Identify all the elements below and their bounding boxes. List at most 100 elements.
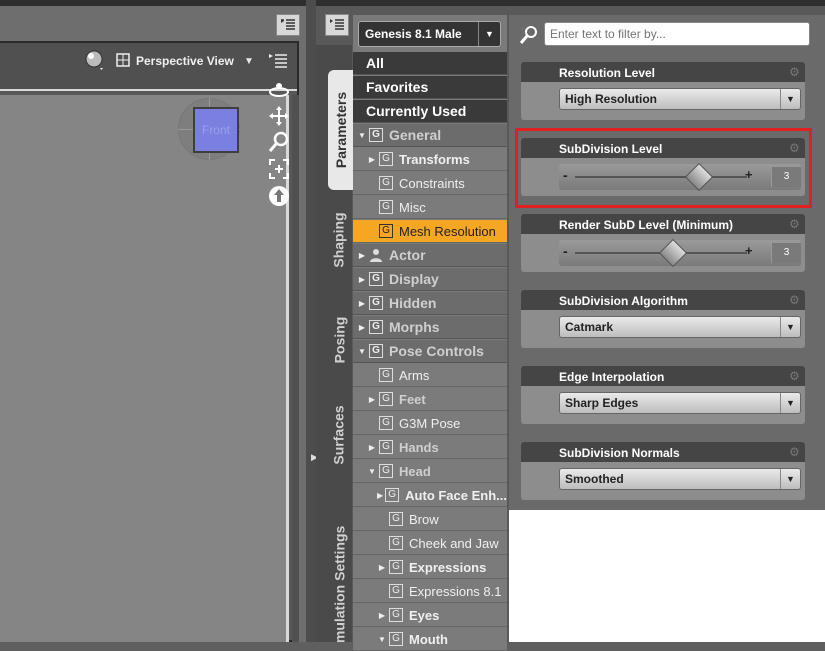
- zoom-icon[interactable]: [267, 130, 291, 154]
- chevron-down-icon[interactable]: ▼: [780, 89, 800, 109]
- chevron-down-icon[interactable]: ▼: [780, 469, 800, 489]
- expanded-arrow-icon[interactable]: ▼: [357, 131, 367, 140]
- tab-shaping[interactable]: Shaping: [327, 200, 351, 280]
- tree-item-hidden[interactable]: ▶ G Hidden: [353, 292, 507, 315]
- tree-item-mouth[interactable]: ▼ G Mouth: [353, 628, 507, 651]
- collapsed-arrow-icon[interactable]: ▶: [377, 491, 383, 500]
- tree-top-item-favorites[interactable]: Favorites: [353, 76, 507, 99]
- collapsed-arrow-icon[interactable]: ▶: [357, 251, 367, 260]
- property-dropdown[interactable]: Sharp Edges ▼: [559, 392, 801, 414]
- orbit-icon[interactable]: [267, 78, 291, 102]
- group-icon: G: [389, 560, 403, 574]
- property-dropdown[interactable]: Smoothed ▼: [559, 468, 801, 490]
- property-edge-interpolation: Edge Interpolation ⚙ Sharp Edges ▼: [521, 366, 805, 424]
- property-dropdown[interactable]: Catmark ▼: [559, 316, 801, 338]
- tree-item-label: Eyes: [409, 607, 440, 623]
- frame-icon[interactable]: [267, 157, 291, 181]
- collapsed-arrow-icon[interactable]: ▶: [357, 275, 367, 284]
- tree-item-label: Hands: [399, 439, 439, 455]
- tree-item-head[interactable]: ▼ G Head: [353, 460, 507, 483]
- tree-item-mesh-resolution[interactable]: G Mesh Resolution: [353, 220, 507, 243]
- tree-item-morphs[interactable]: ▶ G Morphs: [353, 316, 507, 339]
- gear-icon[interactable]: ⚙: [789, 218, 801, 230]
- tree-item-label: Auto Face Enh...: [405, 487, 507, 503]
- collapsed-arrow-icon[interactable]: ▶: [367, 443, 377, 452]
- collapsed-arrow-icon[interactable]: ▶: [377, 563, 387, 572]
- slider-knob[interactable]: [658, 238, 688, 268]
- dropdown-value: Smoothed: [565, 472, 624, 486]
- collapsed-arrow-icon[interactable]: ▶: [367, 395, 377, 404]
- chevron-down-icon[interactable]: ▼: [780, 317, 800, 337]
- parameters-pane-menu-button[interactable]: [325, 14, 349, 36]
- expanded-arrow-icon[interactable]: ▼: [357, 347, 367, 356]
- tab-posing[interactable]: Posing: [327, 300, 351, 380]
- property-slider[interactable]: - +3: [559, 238, 801, 268]
- tree-item-auto-face-enh[interactable]: ▶ G Auto Face Enh...: [353, 484, 507, 507]
- chevron-down-icon[interactable]: ▼: [478, 22, 500, 46]
- dropdown-value: Sharp Edges: [565, 396, 639, 410]
- decrement-icon[interactable]: -: [563, 243, 568, 259]
- expanded-arrow-icon[interactable]: ▼: [377, 635, 387, 644]
- tree-item-transforms[interactable]: ▶ G Transforms: [353, 148, 507, 171]
- tree-top-item-all[interactable]: All: [353, 52, 507, 75]
- tree-item-brow[interactable]: G Brow: [353, 508, 507, 531]
- tree-item-pose-controls[interactable]: ▼ G Pose Controls: [353, 340, 507, 363]
- tree-item-label: Arms: [399, 367, 430, 383]
- aim-up-icon[interactable]: [267, 184, 291, 208]
- gear-icon[interactable]: ⚙: [789, 370, 801, 382]
- tree-item-label: Mouth: [409, 631, 448, 647]
- filter-input[interactable]: [544, 22, 810, 46]
- draw-style-sphere-icon[interactable]: [84, 50, 106, 72]
- collapsed-arrow-icon[interactable]: ▶: [357, 299, 367, 308]
- menu-lines-icon: [281, 19, 295, 30]
- group-icon: G: [369, 344, 383, 358]
- property-dropdown[interactable]: High Resolution ▼: [559, 88, 801, 110]
- tree-item-expressions[interactable]: ▶ G Expressions: [353, 556, 507, 579]
- gear-icon[interactable]: ⚙: [789, 66, 801, 78]
- tab-simulation-settings[interactable]: Simulation Settings: [327, 500, 351, 642]
- property-title: Edge Interpolation: [559, 370, 665, 384]
- tree-item-eyes[interactable]: ▶ G Eyes: [353, 604, 507, 627]
- slider-value[interactable]: 3: [771, 243, 801, 263]
- highlight-box: [515, 128, 812, 208]
- viewport-options-menu-icon[interactable]: [269, 53, 289, 69]
- figure-selector[interactable]: Genesis 8.1 Male ▼: [358, 21, 501, 47]
- collapsed-arrow-icon[interactable]: ▶: [367, 155, 377, 164]
- tab-simulation-settings-label: Simulation Settings: [331, 525, 347, 642]
- tree-item-arms[interactable]: G Arms: [353, 364, 507, 387]
- chevron-down-icon[interactable]: ▼: [780, 393, 800, 413]
- tree-item-label: Brow: [409, 511, 439, 527]
- tab-surfaces[interactable]: Surfaces: [327, 390, 351, 480]
- gear-icon[interactable]: ⚙: [789, 446, 801, 458]
- 3d-viewport[interactable]: [0, 95, 289, 642]
- viewport-pane-menu-button[interactable]: [276, 14, 300, 36]
- collapsed-arrow-icon[interactable]: ▶: [357, 323, 367, 332]
- pane-splitter[interactable]: [306, 0, 316, 642]
- tree-item-feet[interactable]: ▶ G Feet: [353, 388, 507, 411]
- tree-item-expressions-8-1[interactable]: G Expressions 8.1: [353, 580, 507, 603]
- gear-icon[interactable]: ⚙: [789, 294, 801, 306]
- tab-parameters[interactable]: Parameters: [328, 70, 354, 190]
- tree-item-hands[interactable]: ▶ G Hands: [353, 436, 507, 459]
- group-icon: G: [369, 296, 383, 310]
- tree-item-general[interactable]: ▼ G General: [353, 124, 507, 147]
- expanded-arrow-icon[interactable]: ▼: [367, 467, 377, 476]
- chevron-down-icon[interactable]: ▼: [244, 56, 254, 67]
- search-icon[interactable]: [519, 25, 539, 45]
- view-cube[interactable]: Front: [193, 107, 239, 153]
- increment-icon[interactable]: +: [745, 243, 753, 258]
- pan-icon[interactable]: [267, 104, 291, 128]
- camera-view-label[interactable]: Perspective View: [136, 54, 234, 68]
- tree-item-actor[interactable]: ▶ Actor: [353, 244, 507, 267]
- tree-item-misc[interactable]: G Misc: [353, 196, 507, 219]
- tree-item-g3m-pose[interactable]: G G3M Pose: [353, 412, 507, 435]
- tree-top-item-currently-used[interactable]: Currently Used: [353, 100, 507, 123]
- tab-shaping-label: Shaping: [331, 212, 348, 268]
- tree-item-cheek-and-jaw[interactable]: G Cheek and Jaw: [353, 532, 507, 555]
- property-resolution-level: Resolution Level ⚙ High Resolution ▼: [521, 62, 805, 120]
- tree-item-display[interactable]: ▶ G Display: [353, 268, 507, 291]
- tree-item-constraints[interactable]: G Constraints: [353, 172, 507, 195]
- camera-view-icon[interactable]: [116, 53, 130, 67]
- collapsed-arrow-icon[interactable]: ▶: [377, 611, 387, 620]
- tree-item-label: Cheek and Jaw: [409, 535, 499, 551]
